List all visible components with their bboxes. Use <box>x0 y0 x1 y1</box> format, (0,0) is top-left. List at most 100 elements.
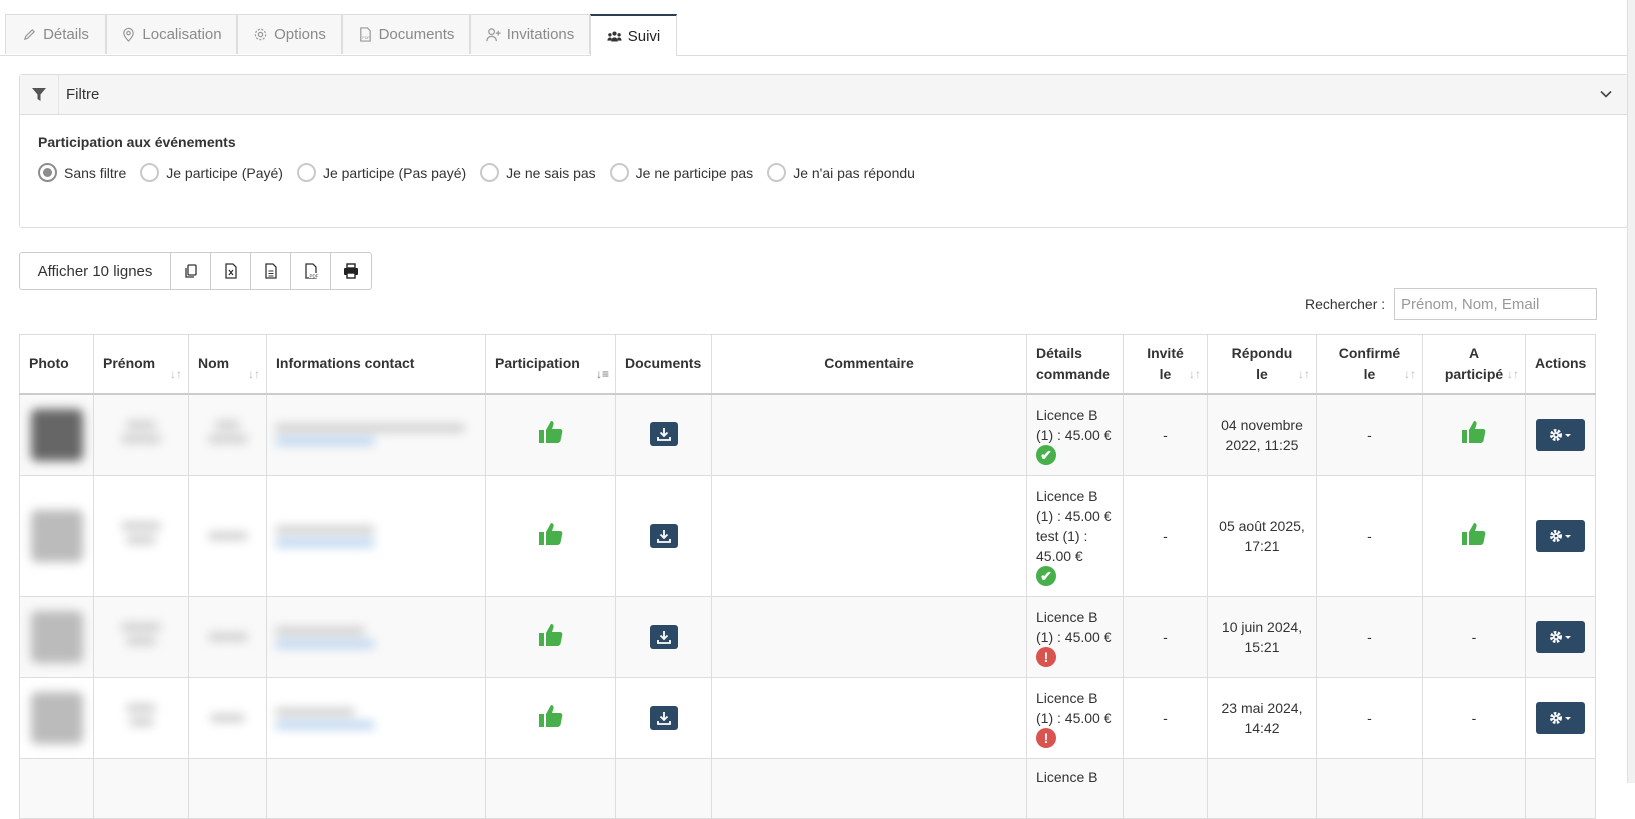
avatar <box>28 611 85 663</box>
tab-label: Suivi <box>627 27 661 45</box>
actions-dropdown-button[interactable] <box>1536 520 1586 552</box>
tab-documents[interactable]: PDF Documents <box>342 14 470 54</box>
print-icon <box>344 263 358 279</box>
sort-icon[interactable]: ↓↑ <box>1507 364 1519 385</box>
radio-label: Je participe (Pas payé) <box>322 164 467 181</box>
search-label: Rechercher : <box>1305 296 1386 312</box>
sort-desc-icon[interactable]: ↓≡ <box>596 364 609 385</box>
actions-dropdown-button[interactable] <box>1536 418 1586 451</box>
col-repondu-le[interactable]: Répondu le ↓↑ <box>1207 334 1317 395</box>
gear-icon <box>1549 530 1571 542</box>
sort-icon[interactable]: ↓↑ <box>1404 364 1416 385</box>
col-invite-le[interactable]: Invité le ↓↑ <box>1123 334 1208 395</box>
commentaire-cell <box>711 393 1027 476</box>
svg-text:PDF: PDF <box>309 274 318 279</box>
filter-header[interactable]: Filtre <box>20 75 1627 115</box>
radio-pas-repondu[interactable]: Je n'ai pas répondu <box>767 163 915 182</box>
table-toolbar: Afficher 10 lignes PDF <box>19 252 372 290</box>
commentaire-cell <box>711 758 1027 819</box>
nom-cell <box>188 393 267 476</box>
show-rows-button[interactable]: Afficher 10 lignes <box>20 253 171 289</box>
download-button[interactable] <box>649 422 678 447</box>
photo-cell <box>19 475 94 597</box>
contact-cell <box>266 758 486 819</box>
radio-participe-paye[interactable]: Je participe (Payé) <box>140 163 283 182</box>
tab-details[interactable]: Détails <box>5 14 106 54</box>
contact-cell <box>266 596 486 678</box>
confirme-cell: - <box>1316 596 1423 678</box>
radio-label: Je n'ai pas répondu <box>793 164 915 181</box>
tab-label: Détails <box>43 26 89 43</box>
col-confirme-le[interactable]: Confirmé le ↓↑ <box>1316 334 1423 395</box>
pdf-button[interactable]: PDF <box>291 253 331 289</box>
tab-invitations[interactable]: Invitations <box>470 14 590 54</box>
download-button[interactable] <box>649 705 678 730</box>
tab-suivi[interactable]: Suivi <box>590 14 677 56</box>
tab-label: Documents <box>378 26 455 43</box>
radio-ne-sais-pas[interactable]: Je ne sais pas <box>480 163 596 182</box>
details-commande-cell: Licence B (1) : 45.00 € ✔ <box>1026 393 1124 476</box>
radio-circle[interactable] <box>767 163 787 182</box>
documents-cell <box>615 393 712 476</box>
users-icon <box>607 31 622 41</box>
tab-localisation[interactable]: Localisation <box>106 14 237 54</box>
col-nom[interactable]: Nom ↓↑ <box>188 334 267 395</box>
tab-options[interactable]: Options <box>237 14 342 54</box>
search-input[interactable] <box>1394 288 1597 320</box>
pencil-icon <box>23 28 36 41</box>
csv-button[interactable] <box>251 253 291 289</box>
col-photo: Photo <box>19 334 94 395</box>
invite-cell <box>1123 758 1208 819</box>
table-row: Licence B (1) : 45.00 € ✔ - 04 novembre 20… <box>19 393 1597 476</box>
radio-circle[interactable] <box>609 163 629 182</box>
confirme-cell <box>1316 758 1423 819</box>
radio-circle[interactable] <box>38 163 57 182</box>
radio-ne-participe-pas[interactable]: Je ne participe pas <box>609 163 753 182</box>
sort-icon[interactable]: ↓↑ <box>1189 364 1201 385</box>
radio-circle[interactable] <box>296 163 316 182</box>
documents-cell <box>615 475 712 597</box>
participation-cell <box>485 596 616 678</box>
excel-button[interactable] <box>211 253 251 289</box>
copy-button[interactable] <box>171 253 211 289</box>
sort-icon[interactable]: ↓↑ <box>248 364 260 385</box>
col-a-participe[interactable]: Aparticipé ↓↑ <box>1422 334 1526 395</box>
confirme-cell: - <box>1316 475 1423 597</box>
download-button[interactable] <box>649 523 678 548</box>
chevron-down-icon[interactable] <box>1599 87 1613 104</box>
prenom-cell <box>93 596 189 678</box>
tab-label: Invitations <box>506 26 575 43</box>
radio-circle[interactable] <box>480 163 500 182</box>
csv-icon <box>264 263 277 279</box>
col-prenom[interactable]: Prénom ↓↑ <box>93 334 189 395</box>
table-header-row: Photo Prénom ↓↑ Nom ↓↑ Informations contac… <box>19 334 1597 395</box>
radio-circle[interactable] <box>140 163 160 182</box>
download-icon <box>656 711 671 725</box>
download-button[interactable] <box>649 624 678 649</box>
actions-dropdown-button[interactable] <box>1536 621 1586 653</box>
funnel-icon <box>20 75 59 114</box>
invite-cell: - <box>1123 677 1208 759</box>
actions-cell <box>1524 758 1597 819</box>
avatar <box>28 692 85 744</box>
table-row: Licence B (1) : 45.00 € ! - 10 juin 2024,… <box>19 596 1597 678</box>
participation-cell <box>485 758 616 819</box>
documents-cell <box>615 596 712 678</box>
radio-participe-pas-paye[interactable]: Je participe (Pas payé) <box>296 163 467 182</box>
download-icon <box>656 529 671 543</box>
sort-icon[interactable]: ↓↑ <box>170 364 182 385</box>
col-documents: Documents <box>615 334 712 395</box>
actions-dropdown-button[interactable] <box>1536 702 1586 734</box>
sort-icon[interactable]: ↓↑ <box>1298 364 1310 385</box>
download-icon <box>656 428 671 442</box>
a-participe-cell <box>1422 393 1526 476</box>
col-contact: Informations contact <box>266 334 486 395</box>
repondu-cell <box>1207 758 1317 819</box>
print-button[interactable] <box>331 253 371 289</box>
photo-cell <box>19 596 94 678</box>
col-participation[interactable]: Participation ↓≡ <box>485 334 616 395</box>
photo-cell <box>19 393 94 476</box>
radio-sans-filtre[interactable]: Sans filtre <box>38 163 126 182</box>
col-actions: Actions <box>1524 334 1597 395</box>
scrollbar[interactable] <box>1627 0 1635 783</box>
